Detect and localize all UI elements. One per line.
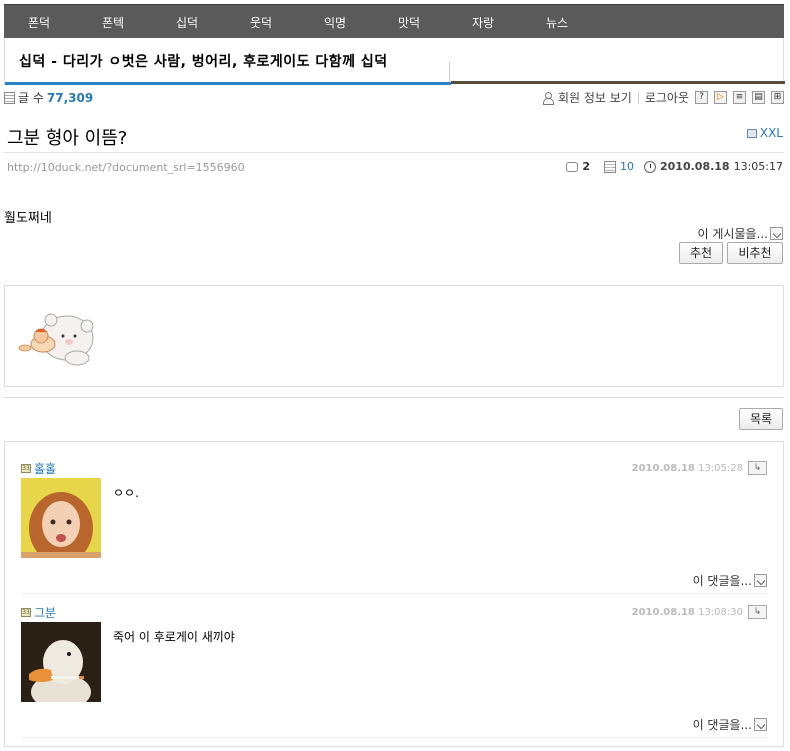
logout-link[interactable]: 로그아웃 — [645, 89, 689, 106]
comment-separator — [21, 737, 767, 738]
share-dropdown-icon[interactable] — [770, 227, 783, 240]
read-count-icon — [604, 160, 616, 173]
nav-item-anonymous[interactable]: 익명 — [324, 14, 346, 31]
webzine-view-icon[interactable]: ▤ — [752, 91, 765, 104]
reply-icon[interactable]: ↳ — [748, 461, 767, 475]
list-view-icon[interactable]: ≡ — [733, 91, 746, 104]
comment-author[interactable]: 33 그분 — [21, 604, 56, 621]
post-count: 글 수 77,309 — [4, 89, 93, 106]
post-stats: 2 10 2010.08.18 13:05:17 — [566, 160, 783, 173]
post-title: 그분 형아 이뜸? — [7, 128, 128, 149]
board-title: 십덕 - 다리가 ㅇ벗은 사람, 벙어리, 후로게이도 다함께 십덕 — [19, 54, 388, 70]
nav-item-humor[interactable]: 웃덕 — [250, 14, 272, 31]
post-share-label[interactable]: 이 게시물을... — [698, 225, 768, 242]
comment-share-label[interactable]: 이 댓글을... — [693, 716, 752, 733]
post-count-label: 글 수 — [18, 91, 44, 105]
font-size-link[interactable]: XXL — [746, 126, 783, 140]
post-count-value: 77,309 — [46, 90, 94, 105]
post-share-link[interactable]: 이 게시물을... — [698, 225, 783, 242]
member-info-link[interactable]: 회원 정보 보기 — [558, 89, 632, 106]
link-separator — [637, 91, 639, 104]
play-icon[interactable]: ▷ — [714, 91, 727, 104]
title-divider — [449, 62, 450, 82]
nav-item-food[interactable]: 맛덕 — [398, 14, 420, 31]
comments-section: 33 홀홀 2010.08.18 13:05:28 ↳ ㅇㅇ. 이 댓글을...… — [4, 441, 784, 747]
not-recommend-button[interactable]: 비추천 — [727, 242, 783, 264]
help-button[interactable]: ? — [695, 91, 708, 104]
member-links: 회원 정보 보기 로그아웃 ? ▷ ≡ ▤ ⊞ — [542, 89, 784, 106]
comment-author-name[interactable]: 홀홀 — [34, 460, 56, 477]
list-button[interactable]: 목록 — [739, 408, 783, 430]
nav-item-sipduck[interactable]: 십덕 — [176, 14, 198, 31]
clock-icon — [644, 160, 656, 173]
signature-bear-image — [18, 313, 94, 366]
read-count: 10 — [620, 160, 634, 173]
comment-count: 2 — [582, 160, 590, 173]
reply-icon[interactable]: ↳ — [748, 605, 767, 619]
title-divider-line — [4, 152, 784, 153]
post-meta: http://10duck.net/?document_srl=1556960 … — [7, 160, 783, 174]
comment-date-time: 13:08:30 — [698, 607, 743, 618]
comment-avatar-duck — [21, 622, 101, 702]
comment-author[interactable]: 33 홀홀 — [21, 460, 56, 477]
font-size-label[interactable]: XXL — [760, 126, 783, 140]
share-dropdown-icon[interactable] — [754, 718, 767, 731]
comment-date: 2010.08.18 13:08:30 — [632, 607, 743, 618]
member-icon — [542, 92, 554, 105]
nav-item-phone-tech[interactable]: 폰텍 — [102, 14, 124, 31]
share-dropdown-icon[interactable] — [754, 574, 767, 587]
comment-text: 죽어 이 후로게이 새끼야 — [113, 630, 235, 644]
nav-item-brag[interactable]: 자랑 — [472, 14, 494, 31]
list-divider — [4, 397, 784, 398]
title-underline-dark — [451, 81, 785, 84]
nav-item-phone[interactable]: 폰덕 — [28, 14, 50, 31]
comment-date-day: 2010.08.18 — [631, 463, 695, 474]
board-info-bar: 글 수 77,309 회원 정보 보기 로그아웃 ? ▷ ≡ ▤ ⊞ — [4, 89, 784, 105]
comment-date-time: 13:05:28 — [698, 463, 743, 474]
font-size-icon — [746, 128, 757, 138]
comment-text: ㅇㅇ. — [113, 486, 139, 500]
title-underline — [5, 82, 451, 85]
document-icon — [4, 91, 15, 104]
level-icon: 33 — [21, 464, 31, 473]
comment-separator — [21, 593, 767, 594]
comment-share-link[interactable]: 이 댓글을... — [693, 572, 767, 589]
post-url[interactable]: http://10duck.net/?document_srl=1556960 — [7, 161, 245, 174]
nav-item-news[interactable]: 뉴스 — [546, 14, 568, 31]
comment-date: 2010.08.18 13:05:28 — [632, 463, 743, 474]
top-navigation: 폰덕 폰텍 십덕 웃덕 익명 맛덕 자랑 뉴스 — [4, 4, 784, 38]
gallery-view-icon[interactable]: ⊞ — [771, 91, 784, 104]
post-date: 2010.08.18 — [660, 160, 730, 173]
post-time: 13:05:17 — [733, 160, 783, 173]
post-body: 훨도쩌네 — [4, 211, 52, 226]
comment-date-day: 2010.08.18 — [631, 607, 695, 618]
comment-avatar — [21, 478, 101, 558]
board-header: 십덕 - 다리가 ㅇ벗은 사람, 벙어리, 후로게이도 다함께 십덕 — [4, 38, 785, 85]
level-icon: 33 — [21, 608, 31, 617]
comment-share-link[interactable]: 이 댓글을... — [693, 716, 767, 733]
comment-author-name[interactable]: 그분 — [34, 604, 56, 621]
comment-share-label[interactable]: 이 댓글을... — [693, 572, 752, 589]
recommend-button[interactable]: 추천 — [679, 242, 723, 264]
signature-box — [4, 285, 784, 387]
comment-count-icon — [566, 161, 579, 172]
